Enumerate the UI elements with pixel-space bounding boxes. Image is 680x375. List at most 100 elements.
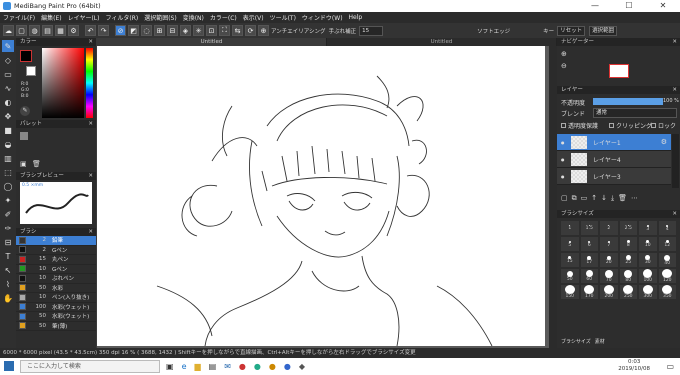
lock-checkbox[interactable]: ロック	[651, 121, 676, 130]
blend-select[interactable]: 通常	[593, 108, 677, 118]
navigator-thumbnail[interactable]	[609, 64, 629, 78]
brush-size-cell[interactable]: 3	[639, 221, 657, 235]
edge-icon[interactable]: e	[182, 362, 187, 371]
lasso-tool-icon[interactable]: ◯	[2, 180, 14, 192]
app-icon[interactable]: ●	[254, 362, 261, 371]
menu-edit[interactable]: 編集(E)	[41, 13, 61, 22]
deselect-icon[interactable]: ⊘	[115, 25, 126, 36]
close-icon[interactable]: ✕	[88, 172, 93, 180]
palette-add-icon[interactable]: ▣	[20, 160, 27, 168]
new-icon[interactable]: ▢	[16, 25, 27, 36]
primary-color-swatch[interactable]	[20, 50, 32, 62]
brush-size-cell[interactable]: 2	[600, 221, 618, 235]
brush-size-cell[interactable]: 1.5	[580, 221, 598, 235]
canvas-vertical-scrollbar[interactable]	[549, 46, 557, 348]
select-draw-button[interactable]: 選択範囲	[589, 25, 618, 36]
bucket-tool-icon[interactable]: ◐	[2, 96, 14, 108]
gradient-tool-icon[interactable]: ▥	[2, 152, 14, 164]
tab-untitled-1[interactable]: Untitled	[97, 38, 327, 46]
visibility-icon[interactable]: ●	[561, 174, 565, 179]
guide-icon[interactable]: ✳	[193, 25, 204, 36]
taskbar-search-input[interactable]: ここに入力して検索	[20, 360, 160, 373]
store-icon[interactable]: ▤	[209, 362, 217, 371]
fill-tool-icon[interactable]: ◒	[2, 138, 14, 150]
opacity-slider[interactable]	[593, 98, 663, 105]
brush-size-cell[interactable]: 1	[561, 221, 579, 235]
menu-view[interactable]: 表示(V)	[243, 13, 264, 22]
eyedropper-icon[interactable]: ✎	[20, 106, 30, 116]
brush-item[interactable]: 50 水彩(ウェット)	[16, 312, 96, 322]
settings-icon[interactable]: ⚙	[68, 25, 79, 36]
select-tool-icon[interactable]: ⬚	[2, 166, 14, 178]
crop-icon[interactable]: ⛶	[219, 25, 230, 36]
brush-size-cell[interactable]: 10	[639, 237, 657, 251]
brush-size-cell[interactable]: 40	[658, 253, 676, 267]
save-icon[interactable]: ▤	[42, 25, 53, 36]
brush-item[interactable]: 2 鉛筆	[16, 236, 96, 246]
close-icon[interactable]: ✕	[672, 86, 677, 94]
brush-item[interactable]: 50 筆(薄)	[16, 322, 96, 331]
move-down-icon[interactable]: ↓	[601, 194, 607, 203]
app-icon[interactable]: ●	[269, 362, 276, 371]
brush-size-cell[interactable]: 300	[639, 285, 657, 299]
menu-tool[interactable]: ツール(T)	[270, 13, 296, 22]
layer-scrollbar[interactable]	[672, 134, 679, 188]
brush-size-cell[interactable]: 25	[619, 253, 637, 267]
antialias-label[interactable]: アンチエイリアシング	[271, 27, 326, 35]
brush-size-cell[interactable]: 4	[658, 221, 676, 235]
undo-icon[interactable]: ↶	[85, 25, 96, 36]
grid-icon[interactable]: ▦	[55, 25, 66, 36]
menu-help[interactable]: Help	[349, 14, 363, 21]
menu-filter[interactable]: フィルタ(R)	[105, 13, 138, 22]
brush-size-cell[interactable]: 200	[600, 285, 618, 299]
brush-size-cell[interactable]: 170	[580, 285, 598, 299]
menu-file[interactable]: ファイル(F)	[3, 13, 35, 22]
palette-swatch[interactable]	[20, 132, 28, 140]
windows-start-icon[interactable]	[4, 361, 14, 371]
brush-size-cell[interactable]: 8	[619, 237, 637, 251]
reset-button[interactable]: リセット	[557, 25, 586, 36]
app-icon[interactable]: ●	[284, 362, 291, 371]
brush-size-cell[interactable]: 60	[580, 269, 598, 283]
brush-size-cell[interactable]: 5	[561, 237, 579, 251]
magic-wand-icon[interactable]: ✦	[2, 194, 14, 206]
snap-icon[interactable]: ⊡	[206, 25, 217, 36]
medibang-icon[interactable]: ◆	[299, 362, 305, 371]
nav-zoom-out-icon[interactable]: ⊖	[561, 62, 567, 70]
clock[interactable]: 0:03 2019/10/08	[618, 359, 650, 373]
maximize-button[interactable]: ☐	[612, 0, 646, 12]
brush-size-cell[interactable]: 50	[561, 269, 579, 283]
soft-edge-label[interactable]: ソフトエッジ	[477, 27, 510, 35]
divide-tool-icon[interactable]: ⊟	[2, 236, 14, 248]
hue-slider[interactable]	[86, 48, 93, 118]
close-icon[interactable]: ✕	[672, 210, 677, 218]
tab-brush-size[interactable]: ブラシサイズ	[561, 338, 591, 345]
eraser-tool-icon[interactable]: ◇	[2, 54, 14, 66]
copy-layer-icon[interactable]: ⧉	[572, 194, 577, 203]
layer-row[interactable]: ● レイヤー1 ⚙	[557, 134, 671, 151]
select-pen-icon[interactable]: ✐	[2, 208, 14, 220]
close-icon[interactable]: ✕	[88, 120, 93, 128]
app-icon[interactable]: ●	[239, 362, 246, 371]
shrink-icon[interactable]: ⊟	[167, 25, 178, 36]
brush-item[interactable]: 10 ぶれペン	[16, 274, 96, 284]
fill-icon[interactable]: ◈	[180, 25, 191, 36]
brush-size-cell[interactable]: 150	[561, 285, 579, 299]
layer-settings-icon[interactable]: ⚙	[661, 138, 667, 146]
color-picker-square[interactable]	[42, 48, 84, 118]
task-view-icon[interactable]: ▣	[166, 362, 174, 371]
brush-size-cell[interactable]: 17	[580, 253, 598, 267]
select-eraser-icon[interactable]: ✑	[2, 222, 14, 234]
correction-select[interactable]: 15	[359, 25, 384, 36]
new-layer-icon[interactable]: ▢	[561, 194, 568, 203]
brush-item[interactable]: 10 Gペン	[16, 265, 96, 274]
tab-material[interactable]: 素材	[595, 338, 605, 345]
layer-row[interactable]: ● レイヤー3	[557, 168, 671, 185]
rect-tool-icon[interactable]: ▭	[2, 68, 14, 80]
text-tool-icon[interactable]: T	[2, 250, 14, 262]
brush-size-cell[interactable]: 250	[619, 285, 637, 299]
operation-tool-icon[interactable]: ↖	[2, 264, 14, 276]
brush-size-cell[interactable]: 120	[658, 269, 676, 283]
zoom-icon[interactable]: ⊕	[258, 25, 269, 36]
redo-icon[interactable]: ↷	[98, 25, 109, 36]
